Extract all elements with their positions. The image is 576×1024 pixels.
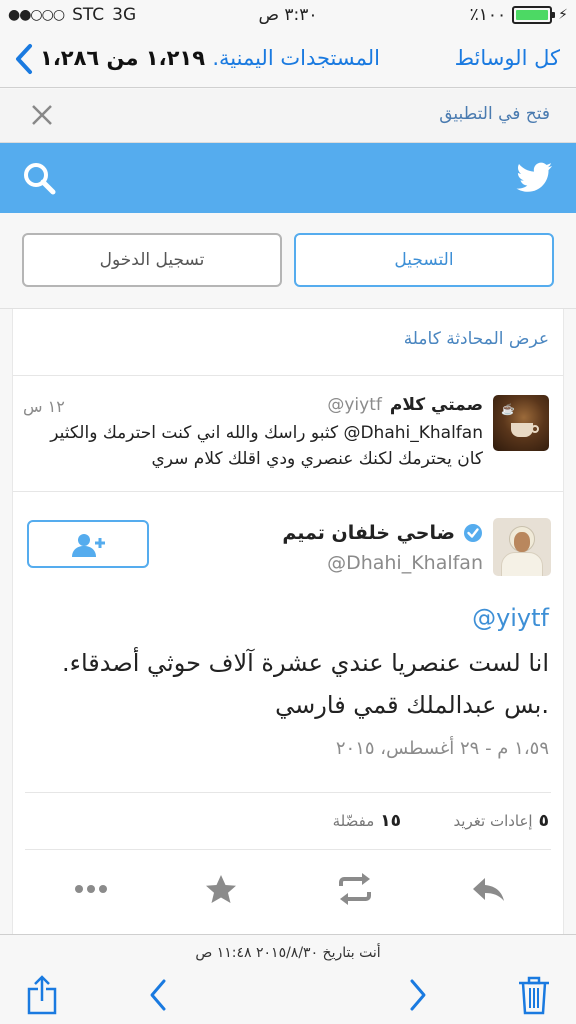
status-right: ٪١٠٠ ⚡ — [470, 5, 568, 25]
twitter-bird-icon[interactable] — [514, 158, 554, 198]
tweet-mention[interactable]: @yiytf — [472, 604, 549, 632]
back-chevron-icon[interactable] — [12, 42, 36, 76]
battery-icon — [512, 6, 556, 24]
reply-mention[interactable]: @Dhahi_Khalfan — [343, 423, 483, 443]
retweet-icon[interactable] — [335, 872, 375, 906]
retweets-stat[interactable]: ٥ إعادات تغريد — [453, 811, 549, 831]
trash-icon[interactable] — [516, 975, 552, 1015]
verified-badge-icon — [464, 524, 482, 542]
back-label[interactable]: المستجدات اليمنية. — [212, 46, 380, 70]
retweets-label: إعادات تغريد — [453, 812, 533, 830]
follow-button[interactable] — [27, 520, 149, 568]
tweet-text: انا لست عنصريا عندي عشرة آلاف حوثي أصدقا… — [62, 649, 549, 719]
tweet-date: ١،٥٩ م - ٢٩ أغسطس، ٢٠١٥ — [335, 738, 549, 759]
screen: ●●○○○ STC 3G ٣:٣٠ ص ٪١٠٠ ⚡ المستجدات الي… — [0, 0, 576, 1024]
view-full-conversation-link[interactable]: عرض المحادثة كاملة — [404, 329, 549, 349]
divider — [13, 375, 563, 376]
back-arrow-icon[interactable] — [140, 975, 176, 1015]
tweet-stats: ٥ إعادات تغريد ١٥ مفضّلة — [25, 792, 551, 850]
battery-fill — [516, 10, 549, 20]
share-icon[interactable] — [24, 975, 60, 1015]
coffee-avatar-image: ☕ — [501, 403, 515, 416]
search-icon[interactable] — [22, 161, 56, 195]
favorites-label: مفضّلة — [332, 812, 375, 830]
avatar-body-shape — [501, 552, 543, 576]
bottom-toolbar: أنت بتاريخ ٢٠١٥/٨/٣٠ ١١:٤٨ ص — [0, 934, 576, 1024]
cup-shape — [511, 423, 533, 437]
avatar[interactable] — [493, 518, 551, 576]
reply-tweet[interactable]: ☕ @yiytf صمتي كلام ١٢ س @Dhahi_Khalfan ك… — [13, 387, 563, 491]
reply-header: @yiytf صمتي كلام — [327, 395, 483, 415]
status-bar: ●●○○○ STC 3G ٣:٣٠ ص ٪١٠٠ ⚡ — [0, 0, 576, 30]
tweet-actions — [13, 862, 563, 918]
tweet-handle[interactable]: @Dhahi_Khalfan — [327, 552, 483, 574]
reply-author-name[interactable]: صمتي كلام — [390, 395, 483, 415]
page-timestamp: أنت بتاريخ ٢٠١٥/٨/٣٠ ١١:٤٨ ص — [195, 945, 381, 961]
divider — [13, 491, 563, 492]
tweet-author-name[interactable]: ضاحي خلفان تميم — [282, 522, 455, 544]
avatar-face-shape — [514, 532, 530, 552]
cup-handle-shape — [531, 425, 539, 433]
signup-button[interactable]: التسجيل — [294, 233, 554, 287]
avatar[interactable]: ☕ — [493, 395, 549, 451]
forward-arrow-icon[interactable] — [400, 975, 436, 1015]
open-in-app-link[interactable]: فتح في التطبيق — [439, 104, 550, 124]
auth-bar: تسجيل الدخول التسجيل — [0, 213, 576, 309]
nav-bar: المستجدات اليمنية. ١،٢١٩ من ١،٢٨٦ كل الو… — [0, 30, 576, 88]
nav-title: المستجدات اليمنية. ١،٢١٩ من ١،٢٨٦ — [40, 46, 380, 70]
charging-icon: ⚡ — [558, 7, 568, 23]
twitter-header — [0, 143, 576, 213]
battery-percent: ٪١٠٠ — [469, 5, 507, 25]
reply-handle[interactable]: @yiytf — [327, 395, 382, 415]
tweet-card: عرض المحادثة كاملة ☕ @yiytf صمتي كلام ١٢… — [12, 309, 564, 934]
login-button[interactable]: تسجيل الدخول — [22, 233, 282, 287]
tweet-author-row: ضاحي خلفان تميم — [282, 522, 483, 544]
reply-text: @Dhahi_Khalfan كثبو راسك والله اني كنت ا… — [43, 420, 483, 472]
favorite-star-icon[interactable] — [201, 872, 241, 906]
retweets-count: ٥ — [538, 811, 549, 831]
open-in-app-banner: فتح في التطبيق — [0, 89, 576, 143]
close-icon[interactable] — [30, 103, 54, 127]
position-text: ١،٢١٩ من ١،٢٨٦ — [40, 46, 206, 70]
all-media-link[interactable]: كل الوسائط — [455, 46, 560, 70]
favorites-stat[interactable]: ١٥ مفضّلة — [333, 811, 401, 831]
reply-arrow-icon[interactable] — [469, 872, 509, 906]
favorites-count: ١٥ — [380, 811, 401, 831]
add-user-icon — [72, 534, 105, 557]
more-icon[interactable] — [71, 872, 111, 906]
reply-time: ١٢ س — [23, 397, 65, 416]
